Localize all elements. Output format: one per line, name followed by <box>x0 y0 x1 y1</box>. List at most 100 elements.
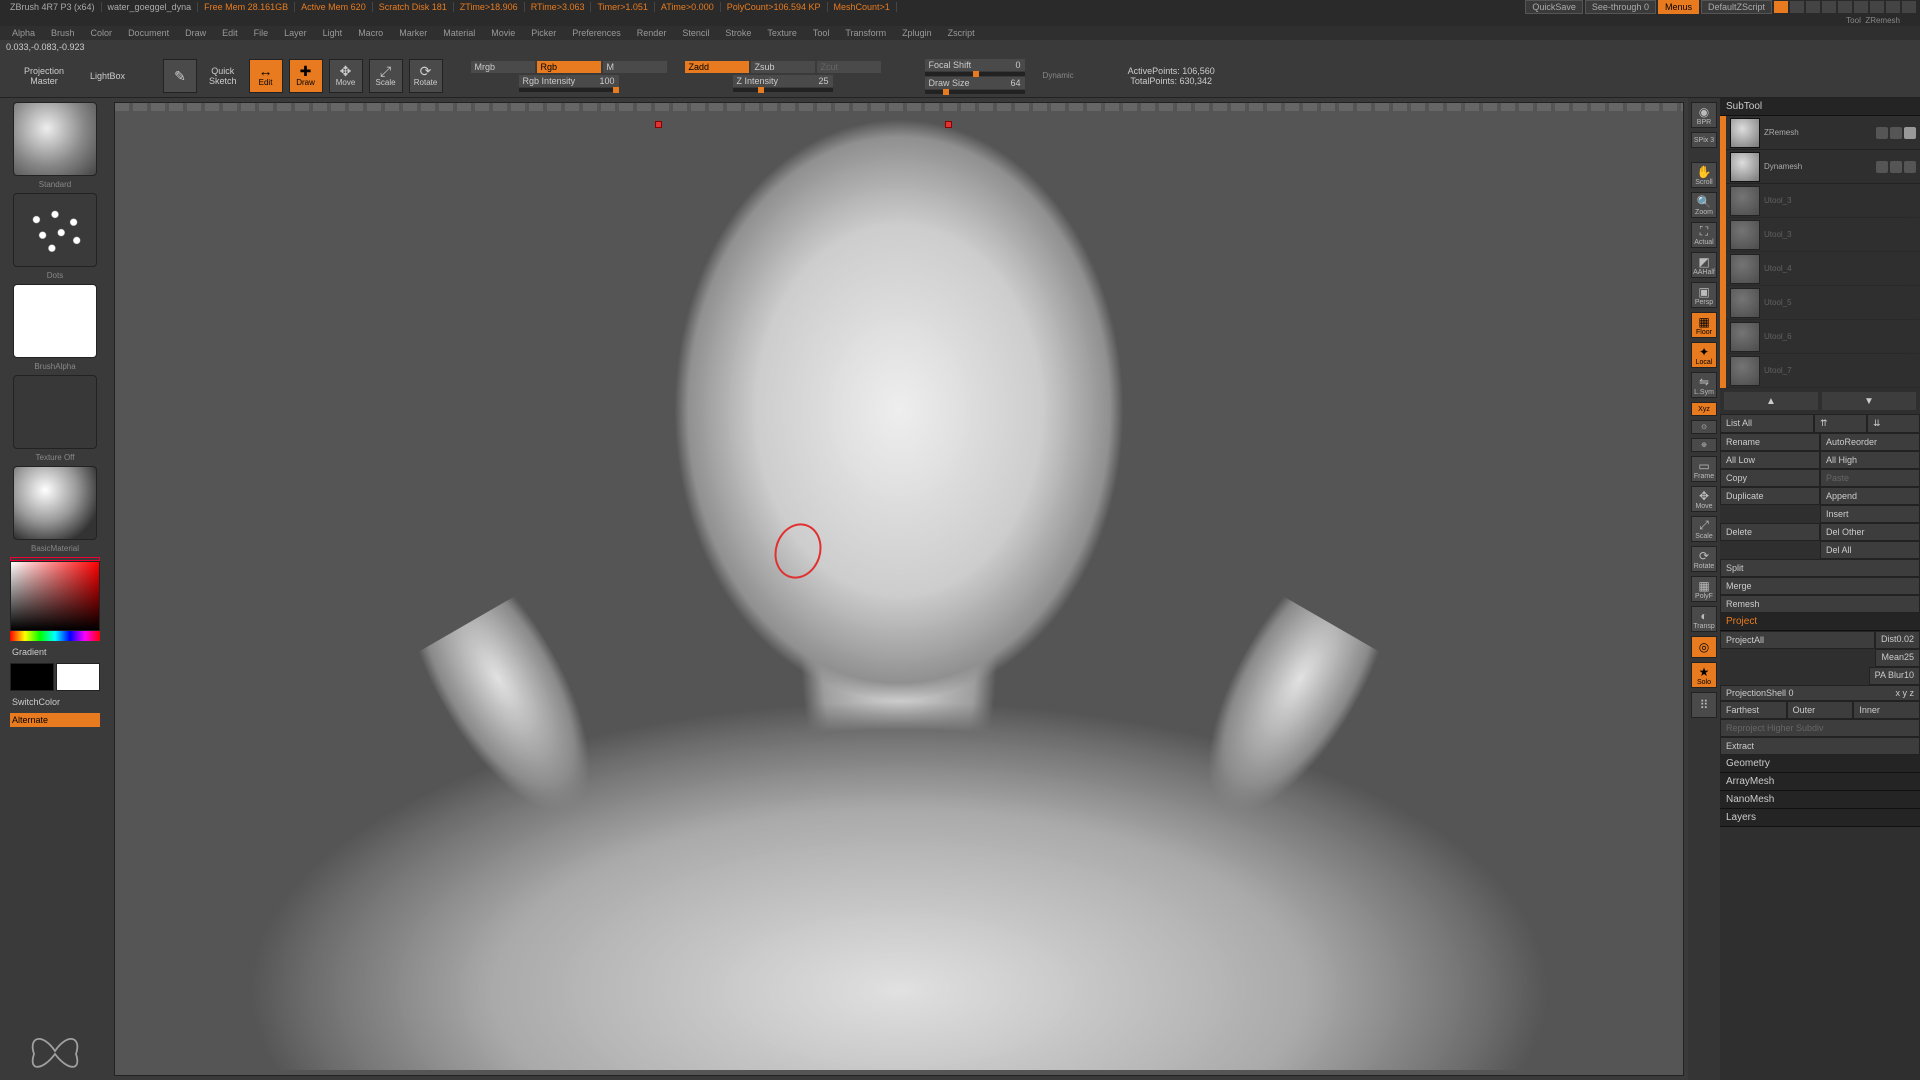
nav-scale-button[interactable]: ⤢Scale <box>1691 516 1717 542</box>
reproject-button[interactable]: Reproject Higher Subdiv <box>1720 719 1920 737</box>
home-icon[interactable] <box>1774 1 1788 13</box>
floor-button[interactable]: ▦Floor <box>1691 312 1717 338</box>
pa-blur-slider[interactable]: PA Blur10 <box>1869 667 1920 685</box>
inner-button[interactable]: Inner <box>1853 701 1920 719</box>
draw-size-slider[interactable]: Draw Size64 <box>925 77 1025 89</box>
menu-preferences[interactable]: Preferences <box>564 28 629 38</box>
float-icon[interactable] <box>1838 1 1852 13</box>
delete-button[interactable]: Delete <box>1720 523 1820 541</box>
subtool-row[interactable]: ZRemesh <box>1726 116 1920 150</box>
restore-icon[interactable] <box>1870 1 1884 13</box>
menu-brush[interactable]: Brush <box>43 28 83 38</box>
symmetry-handle-right[interactable] <box>945 121 952 128</box>
rgb-intensity-slider[interactable]: Rgb Intensity100 <box>519 75 619 87</box>
spix-slider[interactable]: SPix 3 <box>1691 132 1717 148</box>
dup-down-button[interactable]: ⇊ <box>1867 414 1920 433</box>
del-all-button[interactable]: Del All <box>1820 541 1920 559</box>
persp-button[interactable]: ▣Persp <box>1691 282 1717 308</box>
quicksketch-button[interactable]: ✎ <box>163 59 197 93</box>
default-zscript[interactable]: DefaultZScript <box>1701 0 1772 14</box>
texture-thumb[interactable] <box>13 375 97 449</box>
brush-thumb[interactable] <box>13 102 97 176</box>
mrgb-button[interactable]: Mrgb <box>471 61 535 73</box>
dup-up-button[interactable]: ⇈ <box>1814 414 1867 433</box>
dynamic-label[interactable]: Dynamic <box>1037 69 1080 82</box>
menus-button[interactable]: Menus <box>1658 0 1699 14</box>
menu-layer[interactable]: Layer <box>276 28 315 38</box>
center-button[interactable]: ⊙ <box>1691 420 1717 434</box>
m-button[interactable]: M <box>603 61 667 73</box>
transp-button[interactable]: ◐Transp <box>1691 606 1717 632</box>
subtool-row[interactable]: Utool_3 <box>1726 218 1920 252</box>
menu-stroke[interactable]: Stroke <box>717 28 759 38</box>
minimize-icon[interactable] <box>1854 1 1868 13</box>
del-other-button[interactable]: Del Other <box>1820 523 1920 541</box>
aahalf-button[interactable]: ◩AAHalf <box>1691 252 1717 278</box>
swatch-secondary[interactable] <box>10 663 54 691</box>
xyz-button[interactable]: Xyz <box>1691 402 1717 416</box>
alpha-thumb[interactable] <box>13 284 97 358</box>
menu-light[interactable]: Light <box>315 28 351 38</box>
stroke-thumb[interactable] <box>13 193 97 267</box>
merge-section[interactable]: Merge <box>1720 577 1920 595</box>
subtool-header[interactable]: SubTool <box>1720 98 1920 116</box>
arraymesh-header[interactable]: ArrayMesh <box>1720 773 1920 791</box>
outer-button[interactable]: Outer <box>1787 701 1854 719</box>
menu-transform[interactable]: Transform <box>837 28 894 38</box>
switchcolor-button[interactable]: SwitchColor <box>10 695 100 709</box>
layers-header[interactable]: Layers <box>1720 809 1920 827</box>
paint-icon[interactable] <box>1890 127 1902 139</box>
vis-icon[interactable] <box>1876 127 1888 139</box>
seethrough-slider[interactable]: See-through 0 <box>1585 0 1656 14</box>
material-thumb[interactable] <box>13 466 97 540</box>
menu-movie[interactable]: Movie <box>483 28 523 38</box>
subtool-row[interactable]: Utool_4 <box>1726 252 1920 286</box>
rename-button[interactable]: Rename <box>1720 433 1820 451</box>
swatch-primary[interactable] <box>56 663 100 691</box>
fit-button[interactable]: ⊕ <box>1691 438 1717 452</box>
project-all-button[interactable]: ProjectAll <box>1720 631 1875 649</box>
nav-rotate-button[interactable]: ⟳Rotate <box>1691 546 1717 572</box>
move-up-button[interactable]: ▲ <box>1724 392 1818 410</box>
insert-button[interactable]: Insert <box>1820 505 1920 523</box>
ghost-button[interactable]: ◎ <box>1691 636 1717 658</box>
all-low-button[interactable]: All Low <box>1720 451 1820 469</box>
xpose-button[interactable]: ⠿ <box>1691 692 1717 718</box>
hide-icon[interactable] <box>1822 1 1836 13</box>
actual-button[interactable]: ⛶Actual <box>1691 222 1717 248</box>
gradient-button[interactable]: Gradient <box>10 645 100 659</box>
menu-stencil[interactable]: Stencil <box>674 28 717 38</box>
rgb-button[interactable]: Rgb <box>537 61 601 73</box>
zsub-button[interactable]: Zsub <box>751 61 815 73</box>
move-button[interactable]: ✥Move <box>329 59 363 93</box>
subtool-row[interactable]: Dynamesh <box>1726 150 1920 184</box>
frame-button[interactable]: ▭Frame <box>1691 456 1717 482</box>
zoom-button[interactable]: 🔍Zoom <box>1691 192 1717 218</box>
draw-button[interactable]: ✚Draw <box>289 59 323 93</box>
maximize-icon[interactable] <box>1886 1 1900 13</box>
focal-shift-slider[interactable]: Focal Shift0 <box>925 59 1025 71</box>
viewport[interactable] <box>114 102 1684 1076</box>
move-down-button[interactable]: ▼ <box>1822 392 1916 410</box>
symmetry-handle-left[interactable] <box>655 121 662 128</box>
solo-button[interactable]: ★Solo <box>1691 662 1717 688</box>
paste-button[interactable]: Paste <box>1820 469 1920 487</box>
copy-button[interactable]: Copy <box>1720 469 1820 487</box>
layout2-icon[interactable] <box>1806 1 1820 13</box>
nanomesh-header[interactable]: NanoMesh <box>1720 791 1920 809</box>
menu-color[interactable]: Color <box>83 28 121 38</box>
nav-move-button[interactable]: ✥Move <box>1691 486 1717 512</box>
lsym-button[interactable]: ⇋L.Sym <box>1691 372 1717 398</box>
bpr-button[interactable]: ◉BPR <box>1691 102 1717 128</box>
subtool-row[interactable]: Utool_7 <box>1726 354 1920 388</box>
menu-texture[interactable]: Texture <box>759 28 805 38</box>
menu-alpha[interactable]: Alpha <box>4 28 43 38</box>
menu-material[interactable]: Material <box>435 28 483 38</box>
layout-icon[interactable] <box>1790 1 1804 13</box>
eye-icon[interactable] <box>1904 161 1916 173</box>
extract-section[interactable]: Extract <box>1720 737 1920 755</box>
append-button[interactable]: Append <box>1820 487 1920 505</box>
projection-shell-slider[interactable]: ProjectionShell 0x y z <box>1720 685 1920 701</box>
farthest-button[interactable]: Farthest <box>1720 701 1787 719</box>
menu-edit[interactable]: Edit <box>214 28 246 38</box>
